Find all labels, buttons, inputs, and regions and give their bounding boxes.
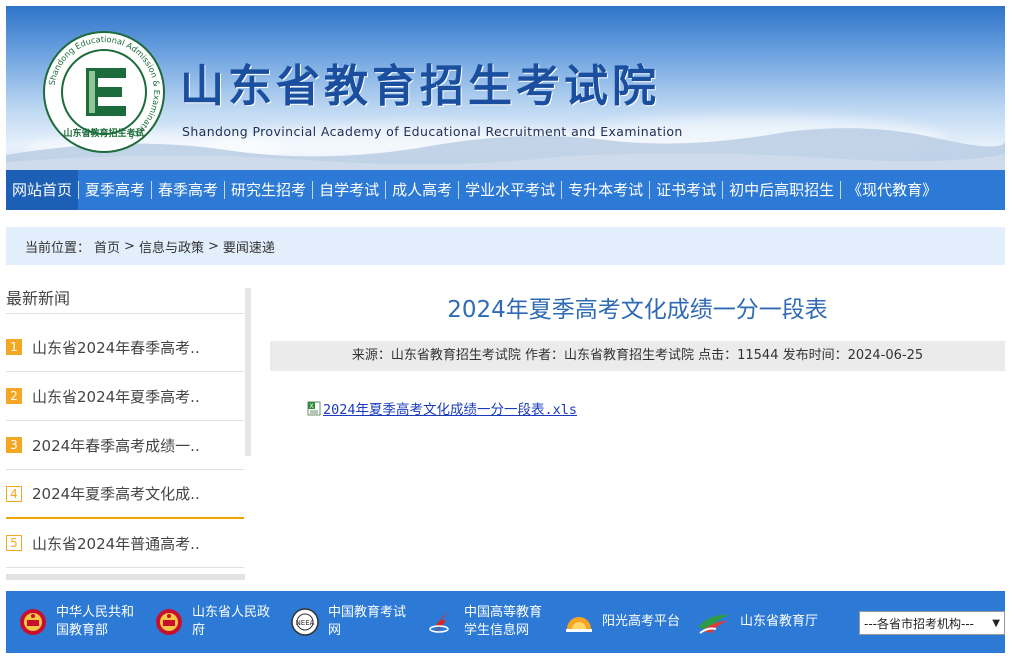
sidebar-scrollbar[interactable] <box>245 288 251 456</box>
sidebar-news-item[interactable]: 5 山东省2024年普通高考.. <box>6 519 244 568</box>
breadcrumb: 当前位置： 首页 > 信息与政策 > 要闻速递 <box>6 227 1005 265</box>
rank-badge: 3 <box>6 437 22 453</box>
breadcrumb-policy[interactable]: 信息与政策 <box>139 237 204 256</box>
national-emblem-icon <box>20 609 46 635</box>
rank-badge: 2 <box>6 388 22 404</box>
news-title: 2024年春季高考成绩一.. <box>32 436 200 455</box>
education-dept-icon <box>698 614 730 634</box>
footer-link-text: 中国高等教育 <box>464 605 543 620</box>
site-subtitle: Shandong Provincial Academy of Education… <box>182 124 683 139</box>
footer-link-moe[interactable]: 中华人民共和 国教育部 <box>18 591 134 653</box>
footer-link-sunshine[interactable]: 阳光高考平台 <box>564 591 680 653</box>
chevron-down-icon: ▼ <box>992 617 1000 629</box>
nav-item[interactable]: 春季高考 <box>152 170 224 210</box>
nav-item[interactable]: 初中后高职招生 <box>723 170 840 210</box>
breadcrumb-home[interactable]: 首页 <box>94 237 120 256</box>
sidebar-news-item[interactable]: 1 山东省2024年春季高考.. <box>6 323 244 372</box>
sunshine-icon <box>566 617 592 632</box>
footer-link-text: 山东省教育厅 <box>740 614 819 629</box>
sidebar-news-item[interactable]: 2 山东省2024年夏季高考.. <box>6 372 244 421</box>
chsi-icon <box>429 611 449 634</box>
excel-file-icon: X <box>307 401 321 415</box>
nav-item[interactable]: 《现代教育》 <box>841 170 943 210</box>
footer-link-text: 阳光高考平台 <box>602 614 681 629</box>
nav-item[interactable]: 证书考试 <box>650 170 722 210</box>
nav-item[interactable]: 专升本考试 <box>562 170 649 210</box>
footer-link-gov[interactable]: 山东省人民政府 <box>154 591 270 653</box>
nav-item[interactable]: 自学考试 <box>313 170 385 210</box>
footer-link-neea[interactable]: NEEA 中国教育考试网 <box>290 591 406 653</box>
attachment-link[interactable]: 2024年夏季高考文化成绩一分一段表.xls <box>323 398 577 418</box>
article-meta: 来源：山东省教育招生考试院 作者：山东省教育招生考试院 点击：11544 发布时… <box>270 341 1005 371</box>
site-title: 山东省教育招生考试院 <box>180 61 660 112</box>
rank-badge: 4 <box>6 485 22 502</box>
footer-link-text: 中华人民共和 <box>56 605 135 620</box>
breadcrumb-sep: > <box>124 238 135 254</box>
rank-badge: 5 <box>6 535 22 551</box>
footer-links-bar: 中华人民共和 国教育部 山东省人民政府 NEEA 中国教育考试网 中国高等教育 学生… <box>6 591 1005 653</box>
sidebar-news-item[interactable]: 4 2024年夏季高考文化成.. <box>6 470 244 519</box>
sidebar-bottom-bar <box>6 574 245 580</box>
news-title: 山东省2024年普通高考.. <box>32 534 200 553</box>
nav-item[interactable]: 成人高考 <box>386 170 458 210</box>
breadcrumb-news[interactable]: 要闻速递 <box>223 237 275 256</box>
sidebar-heading: 最新新闻 <box>6 288 244 314</box>
footer-link-text: 国教育部 <box>56 623 109 638</box>
exam-agency-select-value: ---各省市招考机构--- <box>864 616 974 631</box>
exam-agency-select[interactable]: ---各省市招考机构--- ▼ <box>859 611 1005 635</box>
svg-text:X: X <box>309 403 313 410</box>
footer-link-chsi[interactable]: 中国高等教育 学生信息网 <box>426 591 542 653</box>
attachment: X 2024年夏季高考文化成绩一分一段表.xls <box>307 398 577 418</box>
footer-link-text: 中国教育考试 <box>328 605 407 620</box>
article-title: 2024年夏季高考文化成绩一分一段表 <box>447 297 828 323</box>
news-title: 山东省2024年夏季高考.. <box>32 387 200 406</box>
academy-seal-logo: Shandong Educational Admission & Examina… <box>43 31 165 153</box>
svg-text:NEEA: NEEA <box>296 619 315 627</box>
footer-link-sdedu[interactable]: 山东省教育厅 <box>696 591 818 653</box>
nav-item[interactable]: 夏季高考 <box>79 170 151 210</box>
footer-link-text: 山东省人民政 <box>192 605 271 620</box>
footer-link-text: 网 <box>328 623 342 638</box>
main-nav: 网站首页 夏季高考 春季高考 研究生招考 自学考试 成人高考 学业水平考试 专升本考试 证书考试… <box>6 170 1005 210</box>
news-title: 2024年夏季高考文化成.. <box>32 485 200 503</box>
sidebar-news-item[interactable]: 3 2024年春季高考成绩一.. <box>6 421 244 470</box>
breadcrumb-sep: > <box>207 238 219 254</box>
national-emblem-icon <box>156 609 182 635</box>
page: Shandong Educational Admission & Examina… <box>0 0 1022 664</box>
breadcrumb-prefix: 当前位置： <box>25 240 91 256</box>
svg-text:山东省教育招生考试: 山东省教育招生考试 <box>63 127 144 139</box>
nav-item[interactable]: 研究生招考 <box>225 170 312 210</box>
header-banner: Shandong Educational Admission & Examina… <box>6 6 1005 170</box>
footer-link-text: 府 <box>192 623 206 638</box>
rank-badge: 1 <box>6 339 22 355</box>
footer-link-text: 学生信息网 <box>464 623 530 638</box>
nav-item[interactable]: 网站首页 <box>6 170 79 210</box>
exam-center-icon: NEEA <box>291 608 319 636</box>
news-title: 山东省2024年春季高考.. <box>32 338 200 357</box>
nav-item[interactable]: 学业水平考试 <box>459 170 561 210</box>
latest-news-sidebar: 最新新闻 1 山东省2024年春季高考.. 2 山东省2024年夏季高考.. 3 2024… <box>6 288 251 580</box>
